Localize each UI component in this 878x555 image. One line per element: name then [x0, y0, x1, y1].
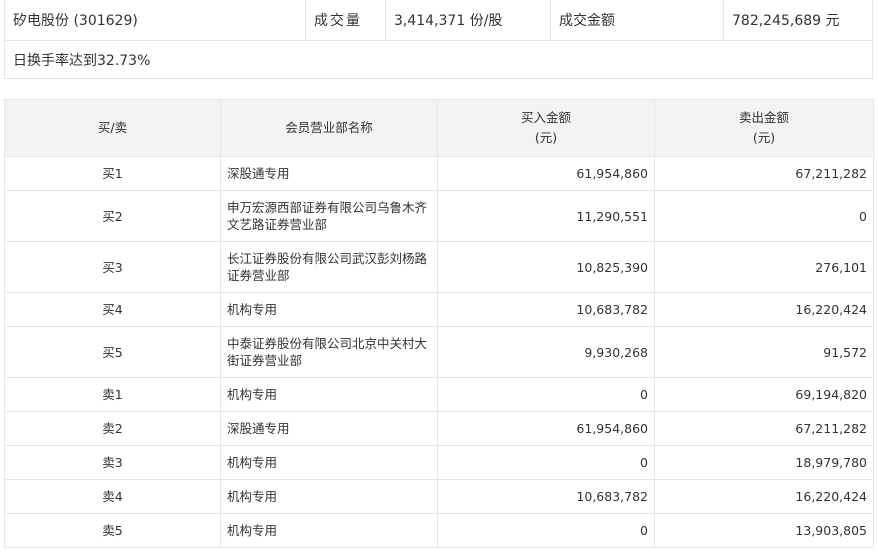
side-cell: 买1 — [4, 156, 221, 191]
side-cell: 买3 — [4, 241, 221, 293]
side-cell: 买2 — [4, 190, 221, 242]
sell-amount-cell: 91,572 — [654, 326, 874, 378]
table-row: 卖4 机构专用 10,683,782 16,220,424 — [4, 479, 874, 514]
sell-amount-cell: 67,211,282 — [654, 411, 874, 446]
stock-name: 矽电股份 (301629) — [5, 0, 306, 40]
member-cell: 长江证券股份有限公司武汉彭刘杨路证券营业部 — [220, 241, 438, 293]
side-cell: 卖4 — [4, 479, 221, 514]
table-row: 买3 长江证券股份有限公司武汉彭刘杨路证券营业部 10,825,390 276,… — [4, 241, 874, 293]
side-cell: 卖2 — [4, 411, 221, 446]
member-cell: 机构专用 — [220, 292, 438, 327]
summary-row: 矽电股份 (301629) 成交量 3,414,371 份/股 成交金额 782… — [5, 0, 872, 41]
buy-amount-cell: 61,954,860 — [437, 156, 655, 191]
sell-amount-cell: 18,979,780 — [654, 445, 874, 480]
header-side: 买/卖 — [4, 99, 221, 157]
table-row: 买1 深股通专用 61,954,860 67,211,282 — [4, 156, 874, 191]
header-member: 会员营业部名称 — [220, 99, 438, 157]
member-cell: 深股通专用 — [220, 411, 438, 446]
sell-amount-cell: 67,211,282 — [654, 156, 874, 191]
turnover-note: 日换手率达到32.73% — [13, 52, 151, 69]
table-row: 买5 中泰证券股份有限公司北京中关村大街证券营业部 9,930,268 91,5… — [4, 326, 874, 378]
broker-trades-table: 买/卖 会员营业部名称 买入金额 (元) 卖出金额 (元) 买1 深股通专用 6… — [4, 99, 874, 548]
buy-amount-cell: 11,290,551 — [437, 190, 655, 242]
sell-amount-cell: 0 — [654, 190, 874, 242]
buy-amount-cell: 9,930,268 — [437, 326, 655, 378]
table-row: 卖1 机构专用 0 69,194,820 — [4, 377, 874, 412]
member-cell: 中泰证券股份有限公司北京中关村大街证券营业部 — [220, 326, 438, 378]
buy-amount-cell: 0 — [437, 445, 655, 480]
side-cell: 卖1 — [4, 377, 221, 412]
member-cell: 机构专用 — [220, 377, 438, 412]
table-row: 买2 申万宏源西部证券有限公司乌鲁木齐文艺路证券营业部 11,290,551 0 — [4, 190, 874, 242]
buy-amount-cell: 10,683,782 — [437, 479, 655, 514]
header-buy-amount: 买入金额 (元) — [437, 99, 655, 157]
header-sell-unit: (元) — [752, 130, 776, 145]
volume-label: 成交量 — [306, 0, 386, 40]
member-cell: 申万宏源西部证券有限公司乌鲁木齐文艺路证券营业部 — [220, 190, 438, 242]
buy-amount-cell: 0 — [437, 513, 655, 548]
buy-amount-cell: 10,683,782 — [437, 292, 655, 327]
trade-summary-box: 矽电股份 (301629) 成交量 3,414,371 份/股 成交金额 782… — [4, 0, 873, 79]
header-sell-label: 卖出金额 — [738, 110, 789, 125]
member-cell: 机构专用 — [220, 479, 438, 514]
side-cell: 买5 — [4, 326, 221, 378]
table-row: 买4 机构专用 10,683,782 16,220,424 — [4, 292, 874, 327]
member-cell: 机构专用 — [220, 445, 438, 480]
sell-amount-cell: 16,220,424 — [654, 479, 874, 514]
table-row: 卖2 深股通专用 61,954,860 67,211,282 — [4, 411, 874, 446]
volume-value: 3,414,371 份/股 — [386, 0, 551, 40]
header-sell-amount: 卖出金额 (元) — [654, 99, 874, 157]
amount-label: 成交金额 — [551, 0, 724, 40]
side-cell: 买4 — [4, 292, 221, 327]
buy-amount-cell: 61,954,860 — [437, 411, 655, 446]
sell-amount-cell: 69,194,820 — [654, 377, 874, 412]
buy-amount-cell: 0 — [437, 377, 655, 412]
table-row: 卖3 机构专用 0 18,979,780 — [4, 445, 874, 480]
buy-amount-cell: 10,825,390 — [437, 241, 655, 293]
sell-amount-cell: 276,101 — [654, 241, 874, 293]
side-cell: 卖5 — [4, 513, 221, 548]
header-buy-label: 买入金额 — [520, 110, 571, 125]
table-header-row: 买/卖 会员营业部名称 买入金额 (元) 卖出金额 (元) — [4, 99, 874, 157]
member-cell: 机构专用 — [220, 513, 438, 548]
side-cell: 卖3 — [4, 445, 221, 480]
member-cell: 深股通专用 — [220, 156, 438, 191]
header-buy-unit: (元) — [534, 130, 558, 145]
sell-amount-cell: 16,220,424 — [654, 292, 874, 327]
sell-amount-cell: 13,903,805 — [654, 513, 874, 548]
amount-value: 782,245,689 元 — [732, 13, 840, 29]
table-row: 卖5 机构专用 0 13,903,805 — [4, 513, 874, 548]
